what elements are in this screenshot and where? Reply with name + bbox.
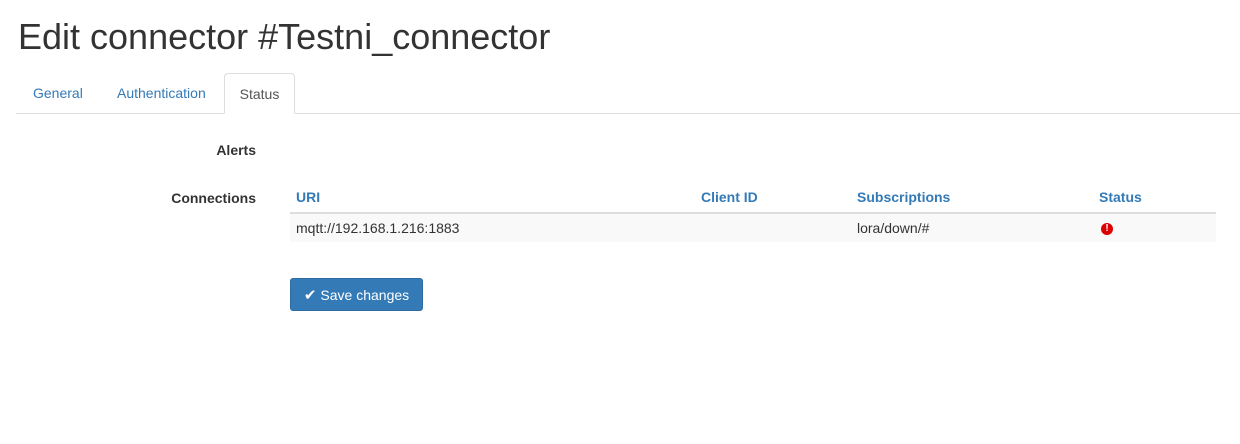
table-row: mqtt://192.168.1.216:1883 lora/down/# ! bbox=[290, 213, 1216, 242]
alerts-label: Alerts bbox=[216, 142, 256, 158]
connections-table: URI Client ID Subscriptions Status mqtt:… bbox=[290, 182, 1216, 242]
exclamation-circle-icon: ! bbox=[1101, 223, 1113, 236]
cell-subscriptions: lora/down/# bbox=[851, 213, 1093, 242]
cell-status: ! bbox=[1093, 213, 1216, 242]
tab-general[interactable]: General bbox=[18, 73, 98, 113]
column-header-client-id[interactable]: Client ID bbox=[695, 182, 851, 214]
cell-uri: mqtt://192.168.1.216:1883 bbox=[290, 213, 695, 242]
save-changes-button[interactable]: ✔ Save changes bbox=[290, 278, 423, 311]
column-header-status[interactable]: Status bbox=[1093, 182, 1216, 214]
column-header-uri[interactable]: URI bbox=[290, 182, 695, 214]
save-button-label: Save changes bbox=[320, 286, 410, 303]
tab-bar: General Authentication Status bbox=[16, 73, 1240, 114]
column-header-subscriptions[interactable]: Subscriptions bbox=[851, 182, 1093, 214]
page: Edit connector #Testni_connector General… bbox=[0, 0, 1240, 444]
table-header-row: URI Client ID Subscriptions Status bbox=[290, 182, 1216, 214]
check-icon: ✔ bbox=[303, 286, 317, 304]
tab-authentication[interactable]: Authentication bbox=[102, 73, 221, 113]
connections-label: Connections bbox=[171, 190, 256, 206]
page-title: Edit connector #Testni_connector bbox=[18, 16, 551, 57]
cell-client-id bbox=[695, 213, 851, 242]
tab-status[interactable]: Status bbox=[224, 73, 295, 114]
